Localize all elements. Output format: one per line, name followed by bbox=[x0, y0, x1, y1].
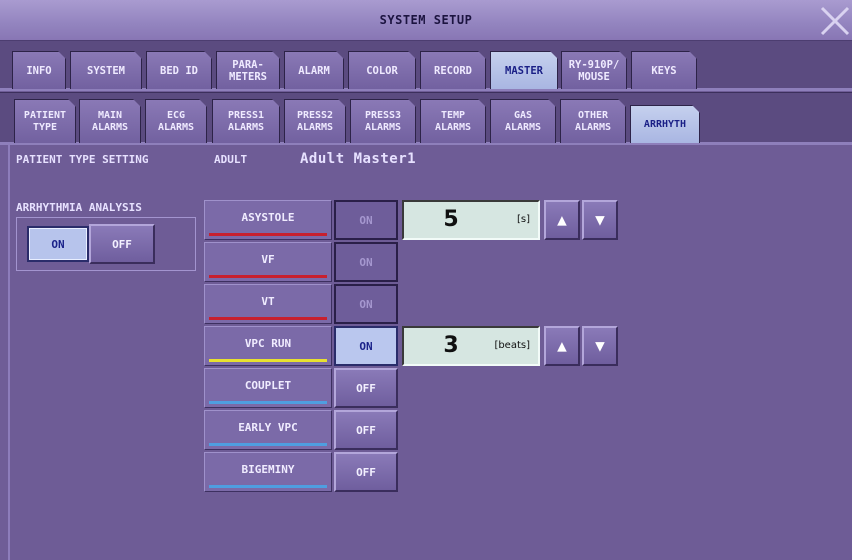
alarm-color-bar bbox=[209, 401, 327, 404]
tab-keys[interactable]: KEYS bbox=[631, 51, 697, 89]
tab-other-alarms[interactable]: OTHER ALARMS bbox=[560, 99, 626, 143]
alarm-vf-label: VF bbox=[204, 242, 332, 282]
asystole-down-button[interactable]: ▼ bbox=[582, 200, 618, 240]
tab-press2-alarms[interactable]: PRESS2 ALARMS bbox=[284, 99, 346, 143]
alarm-vpc-run-label: VPC RUN bbox=[204, 326, 332, 366]
tab-info[interactable]: INFO bbox=[12, 51, 66, 89]
alarm-couplet-label: COUPLET bbox=[204, 368, 332, 408]
tab-record[interactable]: RECORD bbox=[420, 51, 486, 89]
asystole-unit: [s] bbox=[516, 214, 530, 225]
alarm-color-bar bbox=[209, 275, 327, 278]
alarm-name-text: VT bbox=[261, 294, 275, 308]
arrhythmia-panel: PATIENT TYPE SETTING ADULT Adult Master1… bbox=[8, 145, 852, 560]
alarm-color-bar bbox=[209, 443, 327, 446]
tab-arrhyth[interactable]: ARRHYTH bbox=[630, 105, 700, 143]
tab-color[interactable]: COLOR bbox=[348, 51, 416, 89]
tab-press1-alarms[interactable]: PRESS1 ALARMS bbox=[212, 99, 280, 143]
title-bar: SYSTEM SETUP bbox=[0, 0, 852, 41]
alarm-asystole-label: ASYSTOLE bbox=[204, 200, 332, 240]
close-icon[interactable] bbox=[812, 2, 852, 38]
tab-gas-alarms[interactable]: GAS ALARMS bbox=[490, 99, 556, 143]
triangle-up-icon: ▲ bbox=[557, 336, 567, 355]
alarm-name-text: EARLY VPC bbox=[238, 420, 298, 434]
alarm-color-bar bbox=[209, 485, 327, 488]
system-setup-screen: SYSTEM SETUP INFO SYSTEM BED ID PARA- ME… bbox=[0, 0, 852, 560]
early-vpc-toggle[interactable]: OFF bbox=[334, 410, 398, 450]
tab-system[interactable]: SYSTEM bbox=[70, 51, 142, 89]
tab-ecg-alarms[interactable]: ECG ALARMS bbox=[145, 99, 207, 143]
vt-toggle[interactable]: ON bbox=[334, 284, 398, 324]
vpc-run-up-button[interactable]: ▲ bbox=[544, 326, 580, 366]
vf-toggle[interactable]: ON bbox=[334, 242, 398, 282]
vpc-run-unit: [beats] bbox=[494, 340, 530, 351]
triangle-up-icon: ▲ bbox=[557, 210, 567, 229]
tab-temp-alarms[interactable]: TEMP ALARMS bbox=[420, 99, 486, 143]
tab-bed-id[interactable]: BED ID bbox=[146, 51, 212, 89]
couplet-toggle[interactable]: OFF bbox=[334, 368, 398, 408]
patient-type-label: PATIENT TYPE SETTING bbox=[16, 153, 149, 166]
alarm-color-bar bbox=[209, 359, 327, 362]
alarm-early-vpc-label: EARLY VPC bbox=[204, 410, 332, 450]
tab-press3-alarms[interactable]: PRESS3 ALARMS bbox=[350, 99, 416, 143]
alarm-name-text: VF bbox=[261, 252, 275, 266]
tab-alarm[interactable]: ALARM bbox=[284, 51, 344, 89]
asystole-toggle[interactable]: ON bbox=[334, 200, 398, 240]
bigeminy-toggle[interactable]: OFF bbox=[334, 452, 398, 492]
alarm-name-text: VPC RUN bbox=[244, 336, 292, 350]
tab-master[interactable]: MASTER bbox=[490, 51, 558, 89]
triangle-down-icon: ▼ bbox=[595, 210, 605, 229]
vpc-run-down-button[interactable]: ▼ bbox=[582, 326, 618, 366]
alarm-color-bar bbox=[209, 317, 327, 320]
tab-ry-910p-mouse[interactable]: RY-910P/ MOUSE bbox=[561, 51, 627, 89]
master-name: Adult Master1 bbox=[300, 151, 417, 167]
alarm-name-text: BIGEMINY bbox=[241, 462, 295, 476]
asystole-value: 5 bbox=[443, 207, 459, 232]
sub-tab-row: PATIENT TYPE MAIN ALARMS ECG ALARMS PRES… bbox=[0, 92, 852, 145]
tab-main-alarms[interactable]: MAIN ALARMS bbox=[79, 99, 141, 143]
arrhythmia-on-button[interactable]: ON bbox=[27, 226, 89, 262]
alarm-bigeminy-label: BIGEMINY bbox=[204, 452, 332, 492]
asystole-up-button[interactable]: ▲ bbox=[544, 200, 580, 240]
asystole-value-field[interactable]: 5 [s] bbox=[402, 200, 540, 240]
arrhythmia-analysis-toggle: ON OFF bbox=[16, 217, 196, 271]
patient-type-value: ADULT bbox=[214, 153, 248, 166]
window-title: SYSTEM SETUP bbox=[379, 13, 473, 27]
alarm-color-bar bbox=[209, 233, 327, 236]
vpc-run-value-field[interactable]: 3 [beats] bbox=[402, 326, 540, 366]
arrhythmia-analysis-label: ARRHYTHMIA ANALYSIS bbox=[16, 201, 142, 214]
vpc-run-value: 3 bbox=[443, 333, 459, 358]
vpc-run-toggle[interactable]: ON bbox=[334, 326, 398, 366]
tab-parameters[interactable]: PARA- METERS bbox=[216, 51, 280, 89]
tab-patient-type[interactable]: PATIENT TYPE bbox=[14, 99, 76, 143]
alarm-name-text: ASYSTOLE bbox=[241, 210, 295, 224]
arrhythmia-off-button[interactable]: OFF bbox=[89, 224, 155, 264]
main-tab-row: INFO SYSTEM BED ID PARA- METERS ALARM CO… bbox=[0, 41, 852, 91]
alarm-name-text: COUPLET bbox=[244, 378, 292, 392]
triangle-down-icon: ▼ bbox=[595, 336, 605, 355]
alarm-vt-label: VT bbox=[204, 284, 332, 324]
